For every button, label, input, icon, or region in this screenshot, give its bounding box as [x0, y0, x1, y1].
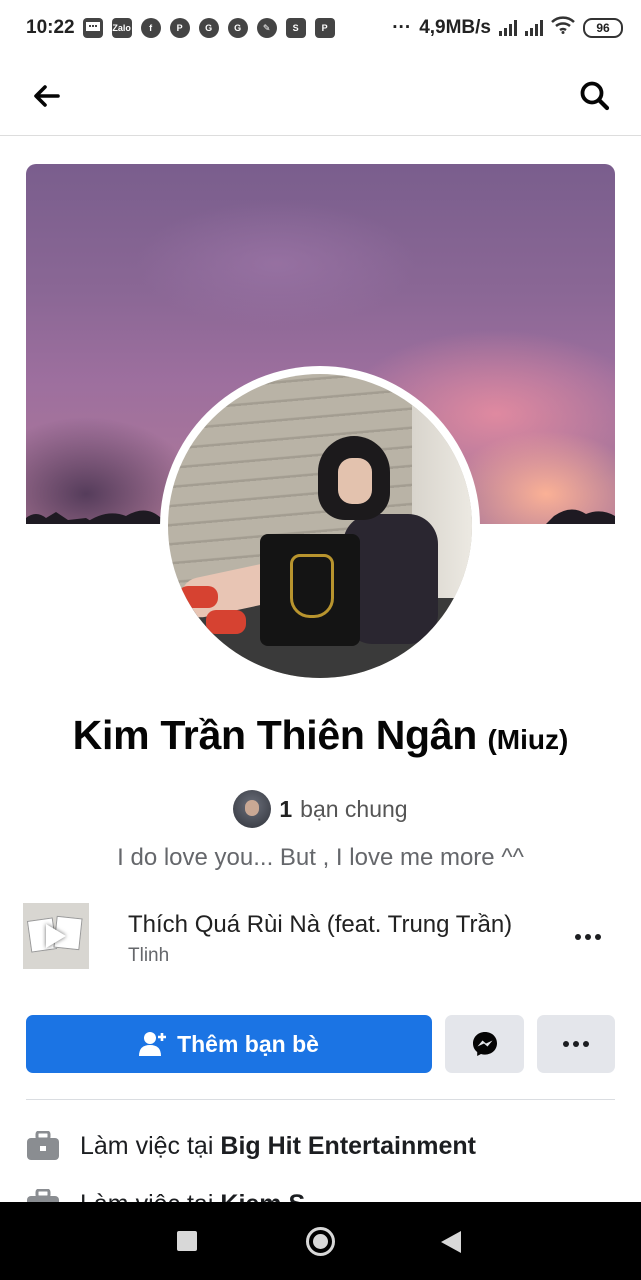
work-detail-row[interactable]: Làm việc tại Big Hit Entertainment: [26, 1126, 616, 1166]
android-nav-bar: [0, 1202, 641, 1280]
network-speed: 4,9MB/s: [419, 17, 491, 38]
messenger-button[interactable]: [445, 1015, 524, 1073]
add-friend-icon: [139, 1032, 167, 1056]
status-bar: 10:22 Zalo f P G G ✎ S P ··· 4,9MB/s 96: [0, 0, 641, 56]
profile-display-name: Kim Trần Thiên Ngân: [72, 712, 478, 758]
mutual-friends-label: bạn chung: [300, 795, 408, 822]
signal-icon: [525, 20, 543, 36]
battery-icon: 96: [583, 18, 623, 38]
signal-icon: [499, 20, 517, 36]
zalo-icon: Zalo: [111, 18, 132, 38]
add-friend-button[interactable]: Thêm bạn bè: [26, 1015, 432, 1073]
avatar-shoe: [206, 610, 246, 634]
delivery-icon: ✎: [256, 18, 277, 38]
more-dot: [585, 934, 591, 940]
profile-alternate-name: (Miuz): [487, 724, 569, 755]
mutual-friends[interactable]: 1 bạn chung: [0, 790, 641, 828]
music-title: Thích Quá Rùi Nà (feat. Trung Trần): [128, 911, 513, 938]
more-dot: [573, 1041, 579, 1047]
briefcase-icon: [27, 1131, 59, 1160]
work-prefix: Làm việc tại: [80, 1131, 214, 1160]
more-dot: [563, 1041, 569, 1047]
recents-button[interactable]: [177, 1231, 197, 1251]
shopee-icon: S: [285, 18, 306, 38]
profile-picture[interactable]: [168, 374, 472, 678]
search-icon: [580, 81, 610, 111]
avatar-bag-print: [290, 554, 334, 618]
music-artist: Tlinh: [128, 945, 170, 966]
search-button[interactable]: [573, 74, 617, 118]
pinterest-icon: P: [169, 18, 190, 38]
google-icon: G: [198, 18, 219, 38]
play-icon[interactable]: [46, 924, 66, 948]
more-dot: [583, 1041, 589, 1047]
system-back-button[interactable]: [441, 1231, 461, 1253]
workplace-name[interactable]: Big Hit Entertainment: [220, 1132, 476, 1161]
profile-bio: I do love you... But , I love me more ^^: [117, 844, 524, 871]
profile-picture-frame[interactable]: [160, 366, 480, 686]
mutual-friends-count: 1: [279, 795, 293, 822]
profile-music[interactable]: Thích Quá Rùi Nà (feat. Trung Trần) Tlin…: [23, 903, 618, 971]
status-right: ··· 4,9MB/s 96: [392, 16, 623, 40]
google-icon: G: [227, 18, 248, 38]
avatar-person-face: [338, 458, 372, 504]
status-overflow: ···: [392, 17, 412, 38]
home-button[interactable]: [306, 1227, 335, 1256]
more-dot: [575, 934, 581, 940]
music-more-button[interactable]: [570, 923, 606, 951]
facebook-icon: f: [140, 18, 161, 38]
messenger-icon: [472, 1032, 497, 1056]
mutual-friend-avatar: [233, 790, 272, 828]
avatar-shoe: [178, 586, 218, 608]
top-nav: [0, 56, 641, 136]
section-divider: [26, 1099, 615, 1100]
back-button[interactable]: [24, 74, 68, 118]
arrow-left-icon: [34, 85, 60, 107]
more-dot: [595, 934, 601, 940]
profile-name: Kim Trần Thiên Ngân (Miuz): [0, 712, 641, 759]
message-icon: [82, 18, 103, 38]
more-options-button[interactable]: [537, 1015, 615, 1073]
wifi-icon: [551, 16, 575, 40]
add-friend-label: Thêm bạn bè: [177, 1030, 319, 1057]
music-thumbnail[interactable]: [23, 903, 89, 969]
parking-icon: P: [314, 18, 335, 38]
notification-icons: Zalo f P G G ✎ S P: [82, 18, 335, 38]
status-time: 10:22: [26, 17, 75, 38]
